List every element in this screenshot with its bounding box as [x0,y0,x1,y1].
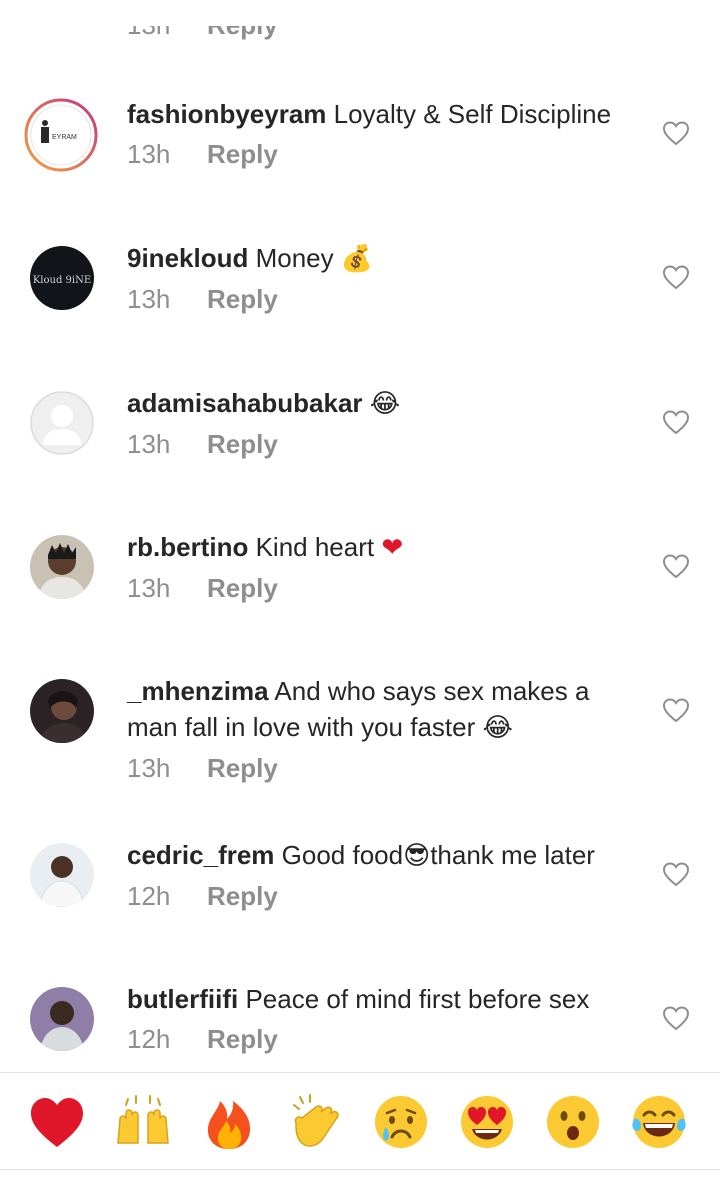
avatar-fashionbyeyram[interactable]: EYRAM [24,98,98,172]
avatar-mhenzima[interactable] [30,679,94,743]
avatar-adamisahabubakar[interactable] [30,391,94,455]
story-ring-avatar-graphic: EYRAM [24,98,98,172]
tears-of-joy-icon: 😂 [482,713,513,743]
comment-text: Kind heart [255,532,382,562]
username[interactable]: 9inekloud [127,243,248,273]
raising-hands-icon[interactable] [114,1093,172,1151]
reply-button[interactable]: Reply [207,573,278,603]
clapping-hands-icon[interactable] [286,1093,344,1151]
comment-text-continued: thank me later [430,840,595,870]
reply-button[interactable]: Reply [207,139,278,169]
avatar-photo [30,987,94,1051]
tears-of-joy-icon: 😂 [369,389,401,419]
like-heart-icon[interactable] [662,861,690,887]
like-heart-icon[interactable] [662,553,690,579]
surprised-face-icon[interactable] [544,1093,602,1151]
avatar-butlerfiifi[interactable] [30,987,94,1051]
comment-time: 13h [127,429,171,459]
default-avatar-icon [30,391,94,455]
comment-text: Peace of mind first before sex [245,984,590,1014]
like-heart-icon[interactable] [662,264,690,290]
avatar-9inekloud[interactable]: Kloud 9iNE [30,246,94,310]
username[interactable]: _mhenzima [127,676,269,706]
reply-button[interactable]: Reply [207,1024,278,1054]
heart-eyes-icon[interactable] [458,1093,516,1151]
username[interactable]: butlerfiifi [127,984,238,1014]
emoji-reaction-bar [0,1072,720,1170]
fire-icon[interactable] [200,1093,258,1151]
top-edge-mask [0,0,720,26]
avatar-photo [30,535,94,599]
avatar-cedric-frem[interactable] [30,843,94,907]
reply-button[interactable]: Reply [207,284,278,314]
comment-text: Good food [281,840,404,870]
avatar-photo [30,679,94,743]
reply-button[interactable]: Reply [207,753,278,783]
avatar-photo [30,843,94,907]
username[interactable]: adamisahabubakar [127,388,363,418]
comment-time: 13h [127,284,171,314]
crying-face-icon[interactable] [372,1093,430,1151]
tears-of-joy-icon[interactable] [630,1093,688,1151]
username[interactable]: fashionbyeyram [127,99,326,129]
red-heart-icon[interactable] [28,1093,86,1151]
like-heart-icon[interactable] [662,409,690,435]
username[interactable]: rb.bertino [127,532,248,562]
comment-text: Loyalty & Self Discipline [333,99,612,129]
avatar-brand-text: Kloud 9iNE [33,275,91,286]
money-bag-icon: 💰 [340,244,374,274]
avatar-brand-text: EYRAM [52,134,77,141]
comment-time: 13h [127,139,171,169]
like-heart-icon[interactable] [662,697,690,723]
comment-time: 12h [127,881,171,911]
red-heart-icon: ❤ [381,533,404,563]
username[interactable]: cedric_frem [127,840,274,870]
comment-text: Money [255,243,341,273]
like-heart-icon[interactable] [662,1005,690,1031]
bottom-edge [0,1170,720,1184]
avatar-rb-bertino[interactable] [30,535,94,599]
like-heart-icon[interactable] [662,120,690,146]
sunglasses-face-icon: 😎 [403,841,431,871]
reply-button[interactable]: Reply [207,881,278,911]
avatar-graphic: Kloud 9iNE [30,246,94,310]
comment-time: 12h [127,1024,171,1054]
reply-button[interactable]: Reply [207,429,278,459]
comment-time: 13h [127,573,171,603]
comment-time: 13h [127,753,171,783]
